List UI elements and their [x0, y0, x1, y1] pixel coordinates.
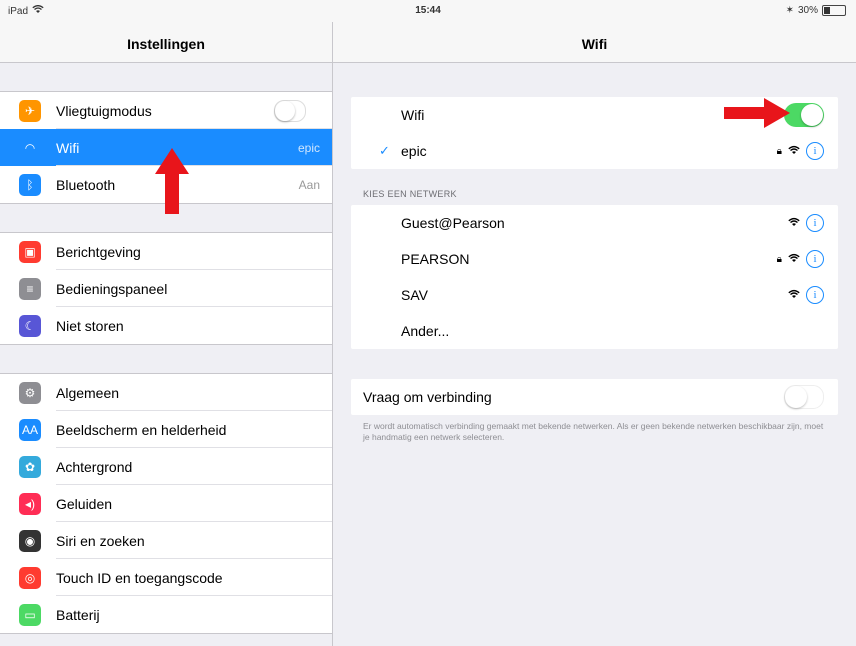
wifi-strength-icon	[788, 144, 800, 158]
siri-icon: ◉	[19, 529, 41, 552]
sidebar-item-label: Beeldscherm en helderheid	[56, 421, 227, 438]
sidebar-title: Instellingen	[0, 22, 332, 63]
sidebar-item-value: Aan	[298, 177, 320, 192]
wifi-strength-icon	[788, 288, 800, 302]
sidebar-item-berichtgeving[interactable]: ▣ Berichtgeving	[0, 233, 332, 270]
sidebar-item-label: Niet storen	[56, 317, 124, 334]
sidebar-item-algemeen[interactable]: ⚙ Algemeen	[0, 374, 332, 411]
network-name: Guest@Pearson	[401, 215, 505, 231]
settings-group: ⚙ Algemeen AA Beeldscherm en helderheid ✿ Ach…	[0, 373, 332, 634]
sidebar-item-niet-storen[interactable]: ☾ Niet storen	[0, 307, 332, 344]
sidebar-item-vliegtuigmodus[interactable]: ✈ Vliegtuigmodus	[0, 92, 332, 129]
wallpaper-icon: ✿	[19, 455, 41, 478]
sidebar-item-label: Vliegtuigmodus	[56, 102, 152, 119]
connected-network-row[interactable]: ✓ epic 🔒︎ i	[351, 133, 838, 169]
ask-to-join-row: Vraag om verbinding	[351, 379, 838, 415]
display-icon: AA	[19, 418, 41, 441]
info-icon[interactable]: i	[806, 250, 824, 268]
sidebar-item-batterij[interactable]: ▭ Batterij	[0, 596, 332, 633]
annotation-arrow-up	[155, 148, 189, 214]
sidebar-item-label: Berichtgeving	[56, 243, 141, 260]
network-status-icons: 🔒︎ i	[777, 142, 824, 160]
info-icon[interactable]: i	[806, 142, 824, 160]
sidebar-item-touch-id-en-toegangscode[interactable]: ◎ Touch ID en toegangscode	[0, 559, 332, 596]
network-status-icons: i	[788, 214, 824, 232]
sidebar-item-label: Bedieningspaneel	[56, 280, 168, 297]
sidebar-item-label: Algemeen	[56, 384, 120, 401]
sidebar-item-beeldscherm-en-helderheid[interactable]: AA Beeldscherm en helderheid	[0, 411, 332, 448]
annotation-arrow-right	[724, 98, 790, 128]
notifications-icon: ▣	[19, 240, 41, 263]
info-icon[interactable]: i	[806, 286, 824, 304]
page-title: Wifi	[333, 22, 856, 63]
network-row[interactable]: SAV i	[351, 277, 838, 313]
control-center-icon: ≡	[19, 277, 41, 300]
lock-icon: 🔒︎	[776, 145, 782, 157]
battery-icon: ▭	[19, 603, 41, 626]
network-row[interactable]: Guest@Pearson i	[351, 205, 838, 241]
sidebar-item-geluiden[interactable]: ◂) Geluiden	[0, 485, 332, 522]
airplane-icon: ✈	[19, 99, 41, 122]
wifi-strength-icon	[788, 252, 800, 266]
fingerprint-icon: ◎	[19, 566, 41, 589]
status-right: ✶ 30%	[786, 5, 846, 16]
sidebar-item-label: Geluiden	[56, 495, 113, 512]
choose-network-label: KIES EEN NETWERK	[363, 189, 457, 199]
ask-to-join-label: Vraag om verbinding	[363, 389, 492, 405]
moon-icon: ☾	[19, 314, 41, 337]
battery-percent: 30%	[797, 5, 818, 16]
sidebar-item-label: Batterij	[56, 606, 100, 623]
network-row[interactable]: PEARSON 🔒︎ i	[351, 241, 838, 277]
ask-to-join-card: Vraag om verbinding	[351, 379, 838, 415]
wifi-toggle-label: Wifi	[401, 107, 425, 123]
wifi-icon: ◠	[19, 136, 41, 159]
settings-group: ▣ Berichtgeving ≡ Bedieningspaneel ☾ Niet sto…	[0, 232, 332, 345]
battery-icon	[822, 5, 846, 16]
ask-to-join-toggle[interactable]	[784, 385, 824, 409]
settings-sidebar: Instellingen ✈ Vliegtuigmodus ◠ Wifi epic ᛒ Bl…	[0, 22, 333, 646]
network-name: Ander...	[401, 323, 450, 339]
status-bar: iPad 15:44 ✶ 30%	[0, 0, 856, 22]
sidebar-item-achtergrond[interactable]: ✿ Achtergrond	[0, 448, 332, 485]
info-icon[interactable]: i	[806, 214, 824, 232]
network-name: SAV	[401, 287, 428, 303]
network-status-icons: i	[788, 286, 824, 304]
ask-to-join-footnote: Er wordt automatisch verbinding gemaakt …	[363, 421, 824, 442]
other-network-row[interactable]: Ander...	[351, 313, 838, 349]
sidebar-item-siri-en-zoeken[interactable]: ◉ Siri en zoeken	[0, 522, 332, 559]
bluetooth-status-icon: ✶	[785, 5, 794, 16]
sidebar-item-label: Touch ID en toegangscode	[56, 569, 223, 586]
bluetooth-icon: ᛒ	[19, 173, 41, 196]
connected-network-name: epic	[401, 143, 427, 159]
speaker-icon: ◂)	[19, 492, 41, 515]
wifi-strength-icon	[788, 216, 800, 230]
network-name: PEARSON	[401, 251, 470, 267]
airplane-mode-toggle[interactable]	[274, 99, 306, 122]
clock: 15:44	[415, 5, 441, 16]
checkmark-icon: ✓	[379, 143, 390, 158]
lock-icon: 🔒︎	[776, 253, 782, 265]
gear-icon: ⚙	[19, 381, 41, 404]
sidebar-item-label: Siri en zoeken	[56, 532, 145, 549]
network-status-icons: 🔒︎ i	[777, 250, 824, 268]
sidebar-item-value: epic	[297, 140, 320, 155]
sidebar-item-label: Achtergrond	[56, 458, 133, 475]
sidebar-item-bedieningspaneel[interactable]: ≡ Bedieningspaneel	[0, 270, 332, 307]
network-list: Guest@Pearson i PEARSON 🔒︎ i SAV i Ander...	[351, 205, 838, 349]
